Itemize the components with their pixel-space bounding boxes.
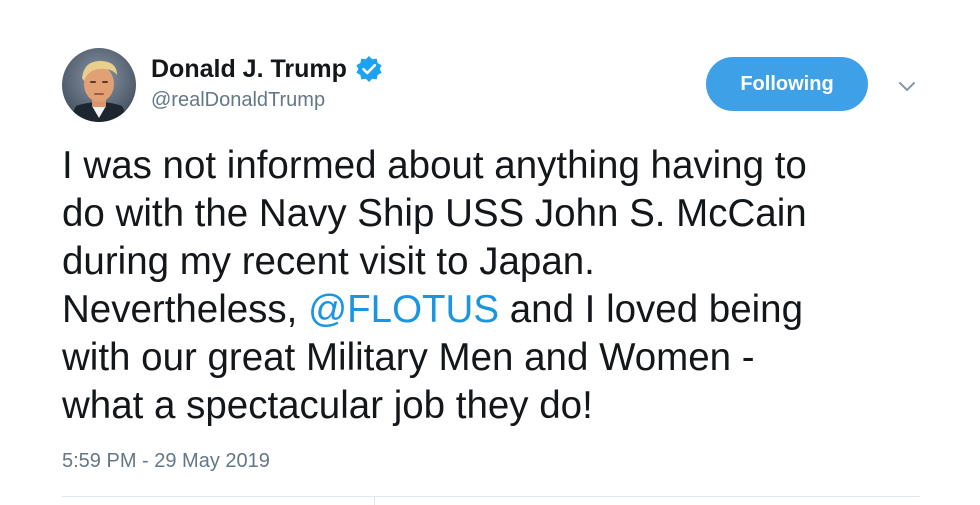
- tweet-line: Nevertheless, @FLOTUS and I loved being: [62, 286, 942, 334]
- tweet-timestamp[interactable]: 5:59 PM - 29 May 2019: [62, 450, 270, 473]
- divider: [62, 496, 920, 497]
- chevron-down-icon[interactable]: [895, 74, 919, 98]
- tweet-card: Donald J. Trump @realDonaldTrump Followi…: [0, 0, 980, 505]
- author-handle[interactable]: @realDonaldTrump: [151, 89, 325, 112]
- tweet-text-segment: Nevertheless,: [62, 288, 309, 331]
- avatar[interactable]: [62, 48, 136, 122]
- tweet-line: do with the Navy Ship USS John S. McCain: [62, 192, 807, 235]
- author-display-name[interactable]: Donald J. Trump: [151, 55, 347, 84]
- following-button[interactable]: Following: [706, 57, 868, 111]
- profile-photo-icon: [62, 48, 136, 122]
- divider: [374, 497, 375, 505]
- tweet-line: during my recent visit to Japan.: [62, 240, 595, 283]
- tweet-line: what a spectacular job they do!: [62, 384, 593, 427]
- tweet-text: I was not informed about anything having…: [62, 142, 942, 430]
- verified-badge-icon: [354, 54, 384, 84]
- mention-link-flotus[interactable]: @FLOTUS: [308, 288, 499, 331]
- tweet-text-segment: and I loved being: [499, 288, 804, 331]
- tweet-line: with our great Military Men and Women -: [62, 336, 755, 379]
- tweet-line: I was not informed about anything having…: [62, 144, 807, 187]
- author-name-row: Donald J. Trump: [151, 52, 384, 86]
